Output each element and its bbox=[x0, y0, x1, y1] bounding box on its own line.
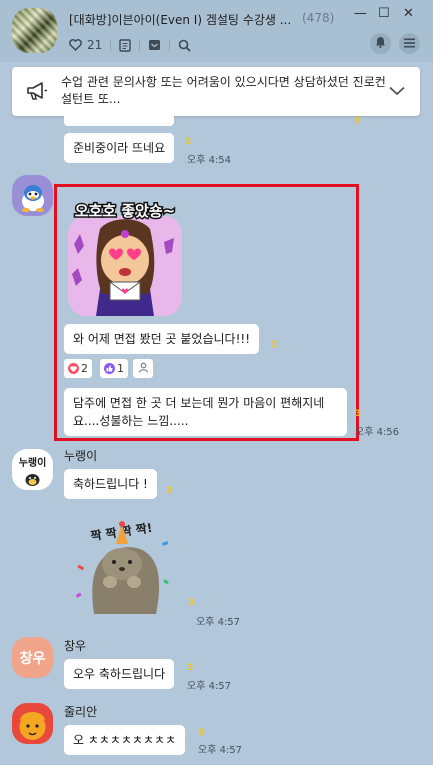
message-bubble[interactable]: 와 어제 면접 봤던 곳 붙었습니다!!! bbox=[64, 324, 260, 354]
like-count: 21 bbox=[87, 38, 103, 52]
avatar[interactable]: 누랭이 bbox=[12, 449, 53, 490]
room-toolbar: 21 bbox=[69, 37, 191, 53]
member-count: (478) bbox=[302, 11, 335, 25]
reaction-like[interactable]: 1 bbox=[100, 359, 128, 378]
message-bubble[interactable]: 축하드립니다 ! bbox=[64, 469, 157, 499]
sticker-caption: 오호호 좋았숑~ bbox=[75, 202, 176, 220]
message-time: 오후 4:57 bbox=[198, 745, 243, 756]
sender-name: 창우 bbox=[64, 639, 87, 653]
message-bubble[interactable]: 담주에 면접 한 곳 더 보는데 뭔가 마음이 편해지네요....성불하는 느낌… bbox=[64, 388, 347, 436]
room-avatar[interactable] bbox=[12, 8, 57, 53]
menu-button[interactable] bbox=[399, 33, 420, 54]
reaction-count: 1 bbox=[117, 362, 124, 375]
notice-text: 수업 관련 문의사항 또는 어려움이 있으시다면 상담하셨던 진로컨설턴트 또.… bbox=[61, 75, 386, 106]
sender-name: 줄리안 bbox=[64, 705, 98, 719]
reaction-count: 2 bbox=[81, 362, 88, 375]
message-time: 오후 4:57 bbox=[196, 617, 241, 628]
notes-icon[interactable] bbox=[119, 38, 131, 52]
unread-count: 3 bbox=[166, 486, 173, 496]
unread-count: 3 bbox=[355, 409, 362, 419]
room-title: [대화방]이븐아이(Even I) 겜설팅 수강생 ... bbox=[69, 13, 292, 27]
thumbs-up-icon bbox=[104, 363, 115, 374]
emoticon-sticker[interactable]: 오호호 좋았숑~ bbox=[66, 194, 184, 318]
avatar[interactable] bbox=[12, 175, 53, 216]
chevron-down-icon[interactable] bbox=[389, 85, 405, 99]
unread-count: 3 bbox=[198, 728, 205, 738]
message-time: 오후 4:54 bbox=[187, 155, 232, 166]
emoticon-sticker[interactable]: 짝 짝 짝 짝! bbox=[64, 506, 184, 620]
megaphone-icon bbox=[26, 81, 48, 104]
divider bbox=[139, 39, 141, 51]
notification-button[interactable] bbox=[370, 33, 391, 54]
notice-banner[interactable]: 수업 관련 문의사항 또는 어려움이 있으시다면 상담하셨던 진로컨설턴트 또.… bbox=[12, 67, 420, 116]
message-bubble[interactable]: 준비중이라 뜨네요 bbox=[64, 133, 175, 163]
heart-icon[interactable] bbox=[69, 39, 82, 51]
close-button[interactable]: ✕ bbox=[403, 6, 414, 21]
heart-icon bbox=[68, 363, 79, 374]
unread-count: 3 bbox=[188, 598, 195, 608]
avatar[interactable] bbox=[12, 703, 53, 744]
message-bubble[interactable]: 오 ㅊㅊㅊㅊㅊㅊㅊㅊ bbox=[64, 725, 186, 755]
chat-header: [대화방]이븐아이(Even I) 겜설팅 수강생 ... (478) — ☐ … bbox=[0, 0, 433, 62]
avatar[interactable]: 창우 bbox=[12, 637, 53, 678]
person-icon bbox=[138, 362, 149, 376]
divider bbox=[110, 39, 112, 51]
add-reaction-button[interactable] bbox=[133, 359, 153, 378]
menu-icon bbox=[404, 37, 415, 51]
divider bbox=[169, 39, 171, 51]
sender-name: 누랭이 bbox=[64, 449, 98, 463]
reaction-heart[interactable]: 2 bbox=[64, 359, 92, 378]
maximize-button[interactable]: ☐ bbox=[378, 6, 390, 21]
minimize-button[interactable]: — bbox=[354, 6, 367, 21]
unread-count: 3 bbox=[271, 340, 278, 350]
avatar-label: 창우 bbox=[19, 651, 46, 667]
inbox-icon[interactable] bbox=[148, 39, 161, 51]
search-icon[interactable] bbox=[178, 39, 191, 52]
previous-message-fragment bbox=[64, 114, 174, 126]
message-bubble[interactable]: 오우 축하드립니다 bbox=[64, 659, 175, 689]
message-time: 오후 4:57 bbox=[187, 681, 232, 692]
message-time: 오후 4:56 bbox=[355, 427, 400, 438]
unread-count: 3 bbox=[185, 137, 192, 147]
unread-count: 3 bbox=[354, 116, 361, 126]
unread-count: 3 bbox=[187, 663, 194, 673]
bell-icon bbox=[375, 36, 386, 51]
